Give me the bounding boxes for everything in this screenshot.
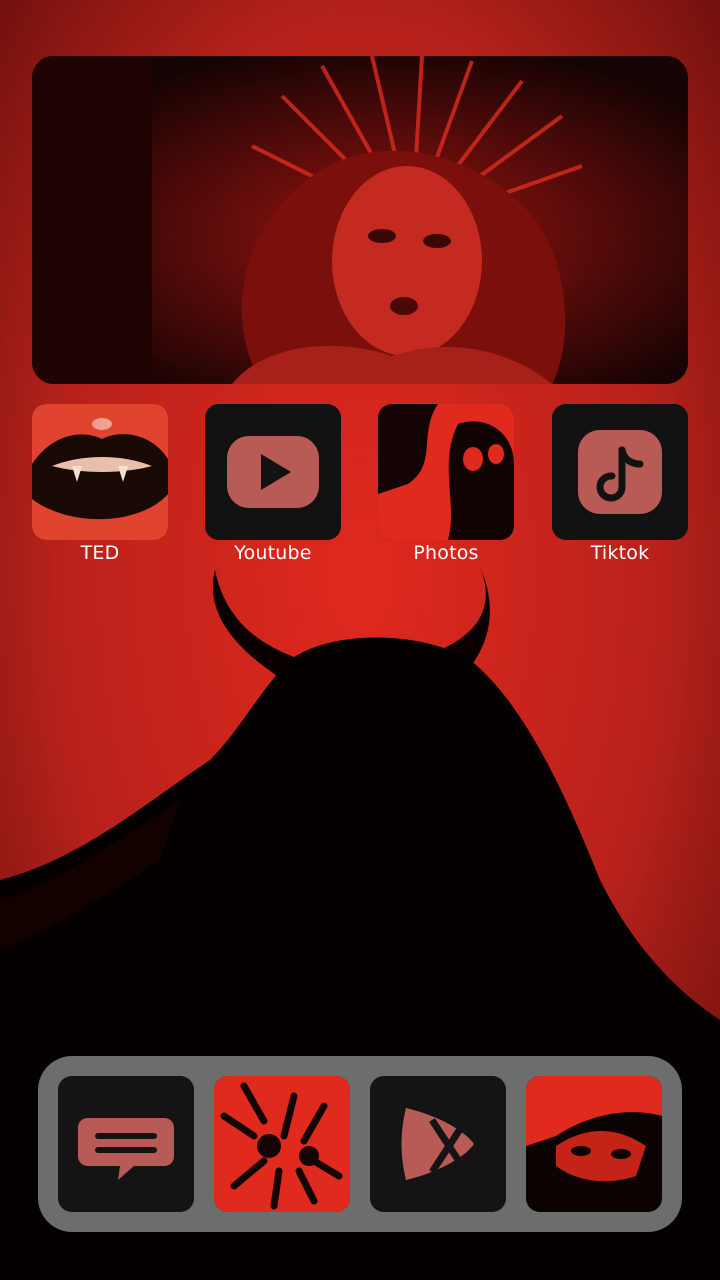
tiktok-app-icon[interactable] [552, 404, 688, 540]
play-x-icon [370, 1076, 506, 1212]
app-ted[interactable]: TED [32, 404, 168, 564]
dock-app-messages[interactable] [58, 1076, 194, 1212]
app-label-photos: Photos [413, 542, 479, 564]
skull-photo-icon [378, 404, 514, 540]
app-label-youtube: Youtube [234, 542, 312, 564]
app-label-ted: TED [80, 542, 120, 564]
app-youtube[interactable]: Youtube [205, 404, 341, 564]
app-photos[interactable]: Photos [378, 404, 514, 564]
app-tiktok[interactable]: Tiktok [552, 404, 688, 564]
face-photo-icon [526, 1076, 662, 1212]
madonna-photo [32, 56, 688, 384]
photo-widget[interactable] [32, 56, 688, 384]
dock-app-video[interactable] [370, 1076, 506, 1212]
dock [38, 1056, 682, 1232]
youtube-play-icon [205, 404, 341, 540]
dock-app-camera[interactable] [526, 1076, 662, 1212]
hands-photo-icon [214, 1076, 350, 1212]
ted-app-icon[interactable] [32, 404, 168, 540]
youtube-app-icon[interactable] [205, 404, 341, 540]
chat-bubble-icon [58, 1076, 194, 1212]
vampire-lips-icon [32, 404, 168, 540]
tiktok-note-icon [552, 404, 688, 540]
photos-app-icon[interactable] [378, 404, 514, 540]
app-label-tiktok: Tiktok [590, 542, 650, 564]
dock-app-gallery[interactable] [214, 1076, 350, 1212]
